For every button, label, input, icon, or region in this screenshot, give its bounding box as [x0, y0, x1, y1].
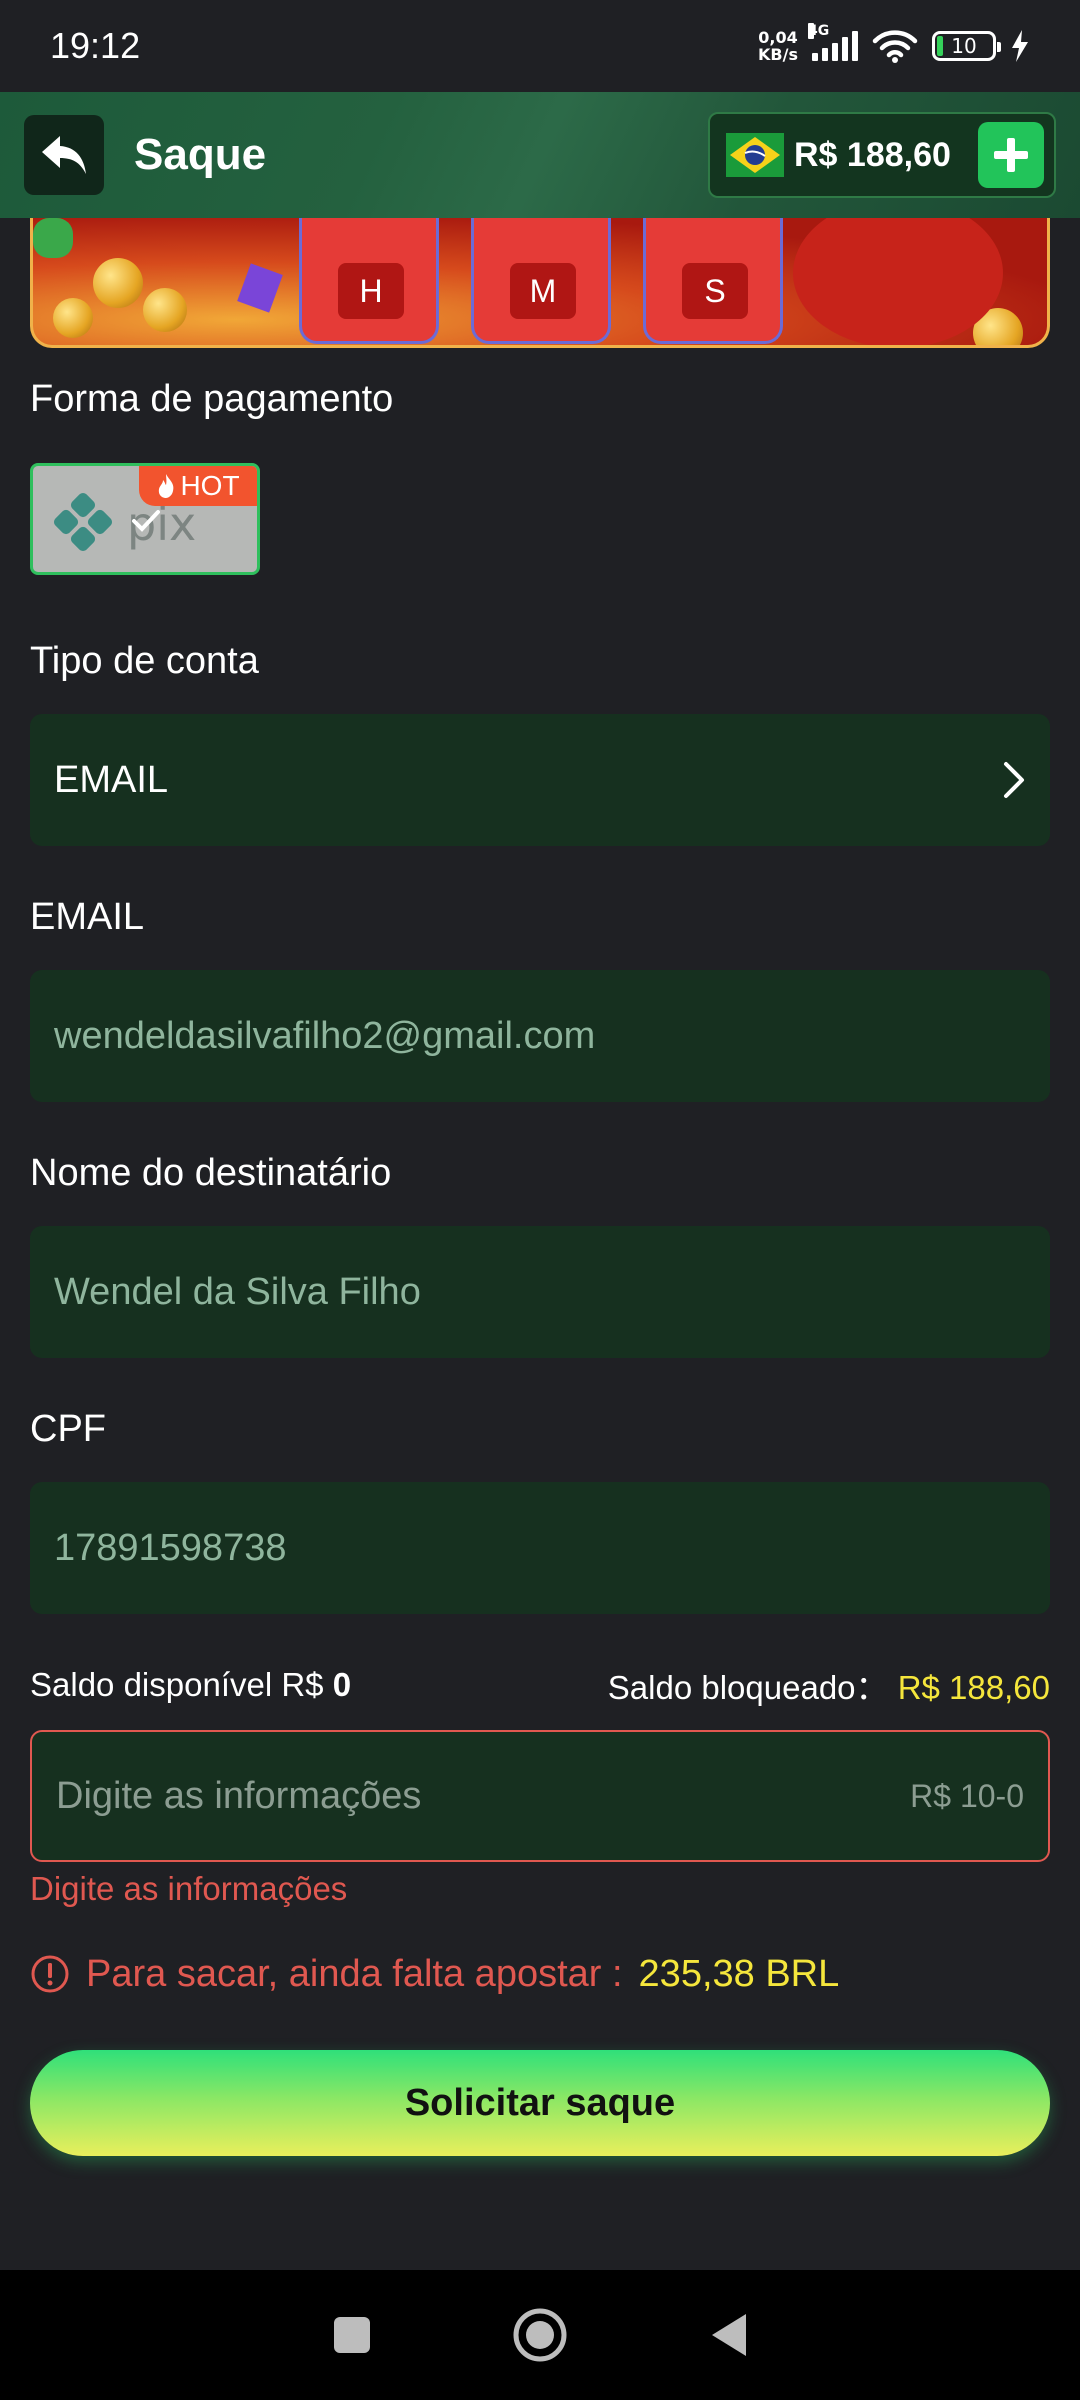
system-nav-bar	[0, 2270, 1080, 2400]
battery-level: 10	[951, 34, 977, 58]
deposit-button[interactable]	[978, 122, 1044, 188]
account-type-select[interactable]: EMAIL	[30, 714, 1050, 846]
money-bag-decoration	[793, 218, 1003, 345]
balance-row: Saldo disponível R$ 0 Saldo bloqueado： R…	[30, 1660, 1050, 1710]
back-button[interactable]	[24, 115, 104, 195]
net-speed-value: 0,04	[758, 28, 798, 47]
back-icon[interactable]	[708, 2312, 748, 2358]
amount-input[interactable]	[56, 1774, 756, 1818]
blocked-balance-value: R$ 188,60	[897, 1669, 1050, 1706]
header-balance: R$ 188,60	[794, 135, 951, 174]
email-label: EMAIL	[30, 896, 145, 938]
status-icons: 0,04 KB/s 4G 10	[758, 23, 1030, 63]
timer-minutes: M	[471, 218, 611, 344]
status-bar: 19:12 0,04 KB/s 4G 10	[0, 0, 1080, 92]
timer-minutes-label: M	[510, 263, 576, 319]
recipient-name-value: Wendel da Silva Filho	[54, 1270, 421, 1313]
coin-decoration	[143, 288, 187, 332]
timer-hours: H	[299, 218, 439, 344]
cpf-label: CPF	[30, 1408, 106, 1450]
charging-icon	[1012, 30, 1028, 62]
battery-icon: 10	[932, 31, 1001, 61]
timer-seconds-label: S	[682, 263, 748, 319]
request-withdrawal-button[interactable]: Solicitar saque	[30, 2050, 1050, 2156]
wager-remaining-value: 235,38 BRL	[638, 1952, 840, 1995]
net-speed-unit: KB/s	[758, 45, 798, 64]
recipient-name-label: Nome do destinatário	[30, 1152, 392, 1194]
amount-field[interactable]: R$ 10-0	[30, 1730, 1050, 1862]
payment-method-label: Forma de pagamento	[30, 378, 394, 420]
amount-range: R$ 10-0	[910, 1777, 1024, 1814]
recent-apps-icon[interactable]	[332, 2315, 372, 2355]
amount-error-message: Digite as informações	[30, 1870, 348, 1907]
promo-banner[interactable]: H M S	[30, 218, 1050, 348]
wager-warning-text: Para sacar, ainda falta apostar :	[86, 1952, 623, 1995]
cellular-signal-icon: 4G	[808, 23, 858, 61]
plus-icon	[994, 138, 1028, 172]
hot-badge: HOT	[139, 466, 257, 506]
email-value: wendeldasilvafilho2@gmail.com	[54, 1014, 596, 1057]
cpf-value: 17891598738	[54, 1526, 287, 1569]
recipient-name-field[interactable]: Wendel da Silva Filho	[30, 1226, 1050, 1358]
account-type-value: EMAIL	[54, 758, 169, 801]
available-balance-value: 0	[332, 1666, 352, 1703]
balance-display: R$ 188,60	[708, 112, 1056, 198]
account-type-label: Tipo de conta	[30, 640, 259, 682]
coin-decoration	[53, 298, 93, 338]
net-speed: 0,04 KB/s	[758, 29, 798, 63]
flame-icon	[159, 474, 174, 498]
cpf-field[interactable]: 17891598738	[30, 1482, 1050, 1614]
back-arrow-icon	[42, 136, 86, 174]
blocked-balance: Saldo bloqueado： R$ 188,60	[608, 1661, 1050, 1709]
selected-check-icon	[132, 510, 160, 532]
coin-decoration	[93, 258, 143, 308]
wifi-icon	[872, 30, 918, 63]
brazil-flag-icon	[726, 133, 784, 177]
alert-circle-icon	[31, 1955, 69, 1993]
network-type: 4G	[808, 23, 830, 39]
email-field[interactable]: wendeldasilvafilho2@gmail.com	[30, 970, 1050, 1102]
available-balance-label: Saldo disponível R$	[30, 1666, 324, 1703]
hot-badge-text: HOT	[180, 470, 240, 501]
timer-seconds: S	[643, 218, 783, 344]
status-time: 19:12	[50, 25, 141, 66]
blocked-balance-label: Saldo bloqueado：	[607, 1669, 889, 1706]
page-title: Saque	[134, 130, 267, 179]
home-icon[interactable]	[512, 2307, 568, 2363]
timer-hours-label: H	[338, 263, 404, 319]
available-balance: Saldo disponível R$ 0	[30, 1666, 351, 1704]
app-header: Saque R$ 188,60	[0, 92, 1080, 218]
gem-decoration	[237, 263, 283, 313]
chevron-right-icon	[1004, 762, 1024, 798]
wager-warning: Para sacar, ainda falta apostar : 235,38…	[30, 1944, 839, 2004]
gem-decoration	[33, 218, 73, 258]
pix-payment-option[interactable]: pix HOT	[30, 463, 260, 575]
